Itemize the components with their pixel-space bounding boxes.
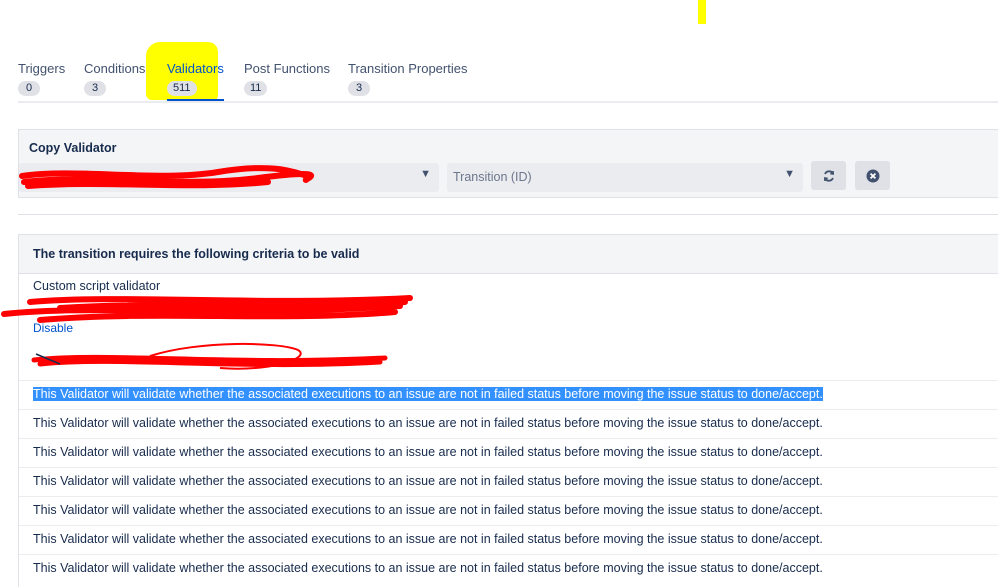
criteria-heading: The transition requires the following cr… (33, 247, 360, 261)
list-item: This Validator will validate whether the… (19, 467, 998, 497)
chevron-down-icon: ▼ (420, 168, 431, 180)
validator-description: This Validator will validate whether the… (33, 561, 823, 575)
redaction-scribble (31, 342, 388, 370)
list-item: This Validator will validate whether the… (19, 525, 998, 555)
tab-label: Triggers (18, 61, 66, 76)
active-tab-underline (167, 99, 224, 101)
tab-validators[interactable]: Validators 511 (167, 60, 224, 101)
validator-description: This Validator will validate whether the… (33, 387, 823, 401)
tab-transition-properties[interactable]: Transition Properties 3 (348, 60, 467, 96)
redaction-scribble (19, 165, 315, 189)
tab-conditions[interactable]: Conditions 3 (84, 60, 145, 96)
list-item: This Validator will validate whether the… (19, 409, 998, 439)
refresh-icon (823, 169, 834, 182)
validator-description: This Validator will validate whether the… (33, 532, 823, 546)
list-item: This Validator will validate whether the… (19, 496, 998, 526)
validator-description: This Validator will validate whether the… (33, 445, 823, 459)
redaction-scribble (1, 295, 413, 323)
divider (18, 214, 998, 215)
count-badge: 0 (18, 81, 40, 96)
validator-description: This Validator will validate whether the… (33, 416, 823, 430)
tab-label: Transition Properties (348, 61, 468, 76)
close-circle-icon (866, 169, 879, 182)
tab-label: Validators (167, 61, 224, 76)
tab-label: Conditions (84, 61, 146, 76)
tab-post-functions[interactable]: Post Functions 11 (244, 60, 330, 96)
clear-button[interactable] (855, 161, 890, 190)
list-item: This Validator will validate whether the… (19, 438, 998, 468)
count-badge: 3 (348, 81, 370, 96)
criteria-header: The transition requires the following cr… (19, 234, 998, 274)
copy-validator-title: Copy Validator (29, 141, 117, 155)
count-badge: 511 (167, 81, 197, 96)
count-badge: 3 (84, 81, 106, 96)
count-badge: 11 (244, 81, 268, 96)
validators-list: The transition requires the following cr… (18, 234, 998, 587)
chevron-down-icon: ▼ (784, 168, 795, 180)
transition-tabs: Triggers 0 Conditions 3 Validators 511 P… (18, 60, 998, 103)
transition-select-placeholder: Transition (ID) (453, 170, 532, 184)
validator-description: This Validator will validate whether the… (33, 474, 823, 488)
list-item: This Validator will validate whether the… (19, 380, 998, 410)
refresh-button[interactable] (811, 161, 846, 190)
tab-triggers[interactable]: Triggers 0 (18, 60, 65, 96)
validator-description: This Validator will validate whether the… (33, 503, 823, 517)
list-item: This Validator will validate whether the… (19, 554, 998, 584)
transition-select[interactable]: Transition (ID) ▼ (447, 163, 803, 192)
tab-label: Post Functions (244, 61, 330, 76)
highlight-mark-top (698, 0, 706, 24)
validator-name: Custom script validator (33, 279, 161, 293)
